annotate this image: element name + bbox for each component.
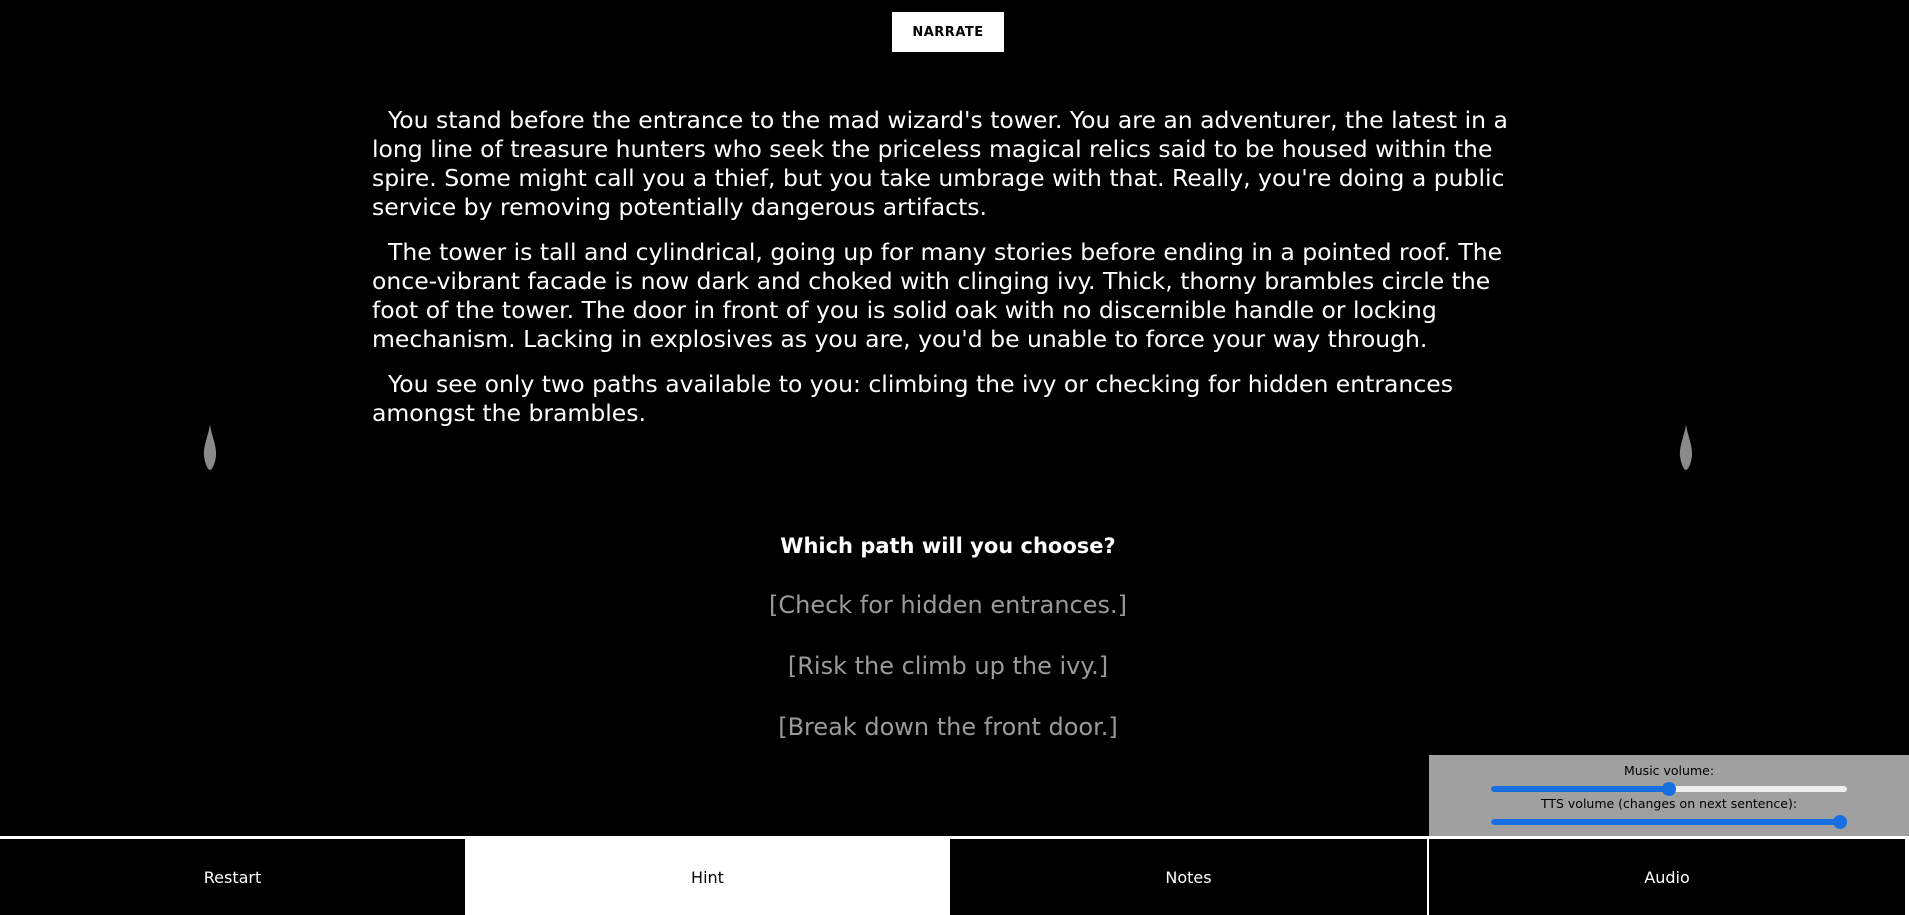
choice-hidden-entrances[interactable]: [Check for hidden entrances.]: [0, 591, 1896, 619]
slider-thumb[interactable]: [1662, 782, 1676, 796]
game-screen: NARRATE You stand before the entrance to…: [0, 0, 1909, 915]
bottom-menu-bar: Restart Hint Notes Audio: [0, 836, 1909, 915]
hint-button[interactable]: Hint: [467, 839, 948, 915]
music-volume-label: Music volume:: [1623, 763, 1715, 778]
music-volume-slider[interactable]: [1491, 782, 1847, 796]
slider-thumb[interactable]: [1833, 815, 1847, 829]
choice-prompt: Which path will you choose?: [780, 534, 1116, 558]
story-text: You stand before the entrance to the mad…: [372, 106, 1532, 444]
narrate-button[interactable]: NARRATE: [892, 12, 1004, 52]
audio-panel: Music volume: TTS volume (changes on nex…: [1429, 755, 1909, 837]
tts-volume-label: TTS volume (changes on next sentence):: [1540, 796, 1798, 811]
story-paragraph: You stand before the entrance to the mad…: [372, 106, 1508, 221]
notes-button[interactable]: Notes: [950, 839, 1427, 915]
story-paragraph: You see only two paths available to you:…: [372, 370, 1453, 427]
choice-climb-ivy[interactable]: [Risk the climb up the ivy.]: [0, 652, 1896, 680]
flame-icon: [1679, 424, 1693, 470]
tts-volume-slider[interactable]: [1491, 815, 1847, 829]
choice-break-door[interactable]: [Break down the front door.]: [0, 713, 1896, 741]
audio-button[interactable]: Audio: [1429, 839, 1905, 915]
story-paragraph: The tower is tall and cylindrical, going…: [372, 238, 1503, 353]
restart-button[interactable]: Restart: [0, 839, 465, 915]
flame-icon: [203, 424, 217, 470]
